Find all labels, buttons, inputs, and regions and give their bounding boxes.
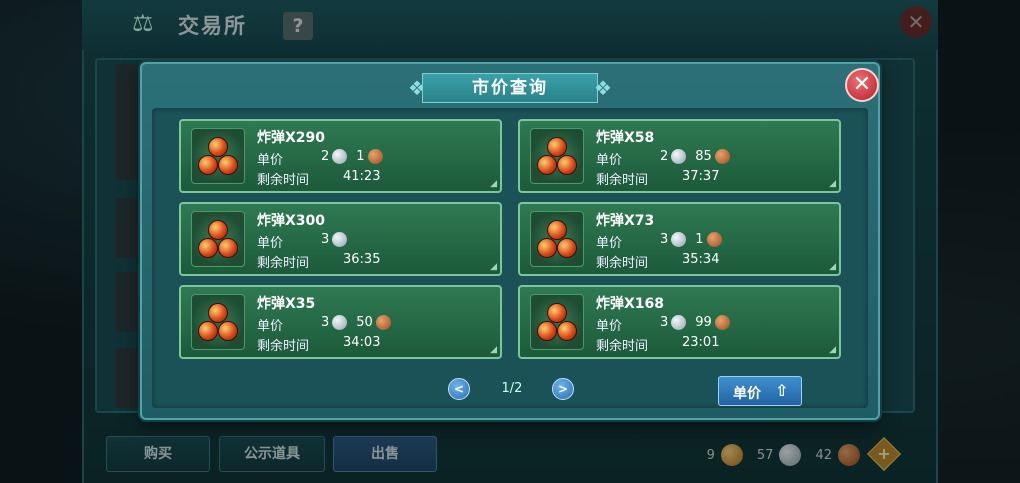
close-button[interactable]: ✕ (845, 68, 879, 102)
silver-coin-icon (671, 232, 687, 247)
arrow-up-icon: ⇧ (775, 381, 789, 400)
corner-ornament-icon: ◢ (490, 179, 497, 189)
time-remaining: 36:35 (343, 252, 381, 267)
price-amount: 99 (695, 315, 712, 330)
silver-coin-icon (332, 232, 348, 247)
corner-ornament-icon: ◢ (829, 345, 836, 355)
price-amount: 1 (356, 149, 365, 164)
bomb-item-icon (530, 211, 584, 267)
time-remaining: 23:01 (682, 335, 720, 350)
silver-coin-icon (332, 315, 348, 330)
corner-ornament-icon: ◢ (829, 262, 836, 272)
unit-price-label: 单价 (257, 236, 284, 251)
time-remaining-label: 剩余时间 (257, 256, 310, 271)
copper-coin-icon (375, 315, 391, 330)
bomb-item-icon (530, 294, 584, 350)
bomb-item-icon (191, 128, 245, 184)
time-remaining-label: 剩余时间 (596, 256, 649, 271)
item-name: 炸弹X290 (257, 130, 326, 146)
price-amount: 3 (321, 315, 330, 330)
copper-coin-icon (714, 149, 730, 164)
unit-price-label: 单价 (596, 319, 623, 334)
item-name: 炸弹X73 (596, 213, 655, 229)
unit-price-label: 单价 (257, 319, 284, 334)
unit-price: 3 99 (660, 315, 730, 330)
unit-price: 21 (321, 149, 383, 164)
prev-page-button[interactable]: < (448, 378, 470, 400)
price-amount: 2 (660, 149, 669, 164)
unit-price-label: 单价 (596, 236, 623, 251)
corner-ornament-icon: ◢ (829, 179, 836, 189)
copper-coin-icon (367, 149, 383, 164)
sort-by-unit-price-button[interactable]: 单价 ⇧ (718, 376, 802, 406)
price-amount: 1 (695, 232, 704, 247)
unit-price-label: 单价 (596, 153, 623, 168)
time-remaining-label: 剩余时间 (596, 173, 649, 188)
dialog-title: 市价查询 (422, 73, 598, 103)
copper-coin-icon (706, 232, 722, 247)
listing-card[interactable]: 炸弹X73 单价 3 1 剩余时间 35:34 ◢ (518, 202, 841, 276)
unit-price-label: 单价 (257, 153, 284, 168)
bomb-item-icon (191, 294, 245, 350)
listing-card[interactable]: 炸弹X290 单价 2 1 剩余时间 41:23 ◢ (179, 119, 502, 193)
listing-card[interactable]: 炸弹X168 单价 3 99 剩余时间 23:01 ◢ (518, 285, 841, 359)
unit-price: 3 50 (321, 315, 391, 330)
corner-ornament-icon: ◢ (490, 345, 497, 355)
time-remaining: 37:37 (682, 169, 720, 184)
ornament-right-icon: ❖ (594, 76, 612, 100)
copper-coin-icon (714, 315, 730, 330)
time-remaining: 35:34 (682, 252, 720, 267)
price-amount: 3 (660, 315, 669, 330)
price-amount: 3 (660, 232, 669, 247)
next-page-button[interactable]: > (552, 378, 574, 400)
page-indicator: 1/2 (501, 381, 523, 396)
item-name: 炸弹X58 (596, 130, 655, 146)
silver-coin-icon (671, 315, 687, 330)
sort-button-label: 单价 (733, 386, 761, 402)
time-remaining: 41:23 (343, 169, 381, 184)
silver-coin-icon (332, 149, 348, 164)
item-name: 炸弹X300 (257, 213, 326, 229)
listing-card[interactable]: 炸弹X35 单价 3 50 剩余时间 34:03 ◢ (179, 285, 502, 359)
price-amount: 85 (695, 149, 712, 164)
silver-coin-icon (671, 149, 687, 164)
time-remaining: 34:03 (343, 335, 381, 350)
item-name: 炸弹X168 (596, 296, 665, 312)
price-amount: 2 (321, 149, 330, 164)
unit-price: 2 85 (660, 149, 730, 164)
listing-card[interactable]: 炸弹X58 单价 2 85 剩余时间 37:37 ◢ (518, 119, 841, 193)
time-remaining-label: 剩余时间 (257, 173, 310, 188)
bomb-item-icon (191, 211, 245, 267)
unit-price: 31 (660, 232, 722, 247)
price-amount: 3 (321, 232, 330, 247)
bomb-item-icon (530, 128, 584, 184)
price-amount: 50 (356, 315, 373, 330)
unit-price: 3 (321, 232, 348, 247)
item-name: 炸弹X35 (257, 296, 316, 312)
listing-card[interactable]: 炸弹X300 单价 3 剩余时间 36:35 ◢ (179, 202, 502, 276)
time-remaining-label: 剩余时间 (596, 339, 649, 354)
corner-ornament-icon: ◢ (490, 262, 497, 272)
time-remaining-label: 剩余时间 (257, 339, 310, 354)
